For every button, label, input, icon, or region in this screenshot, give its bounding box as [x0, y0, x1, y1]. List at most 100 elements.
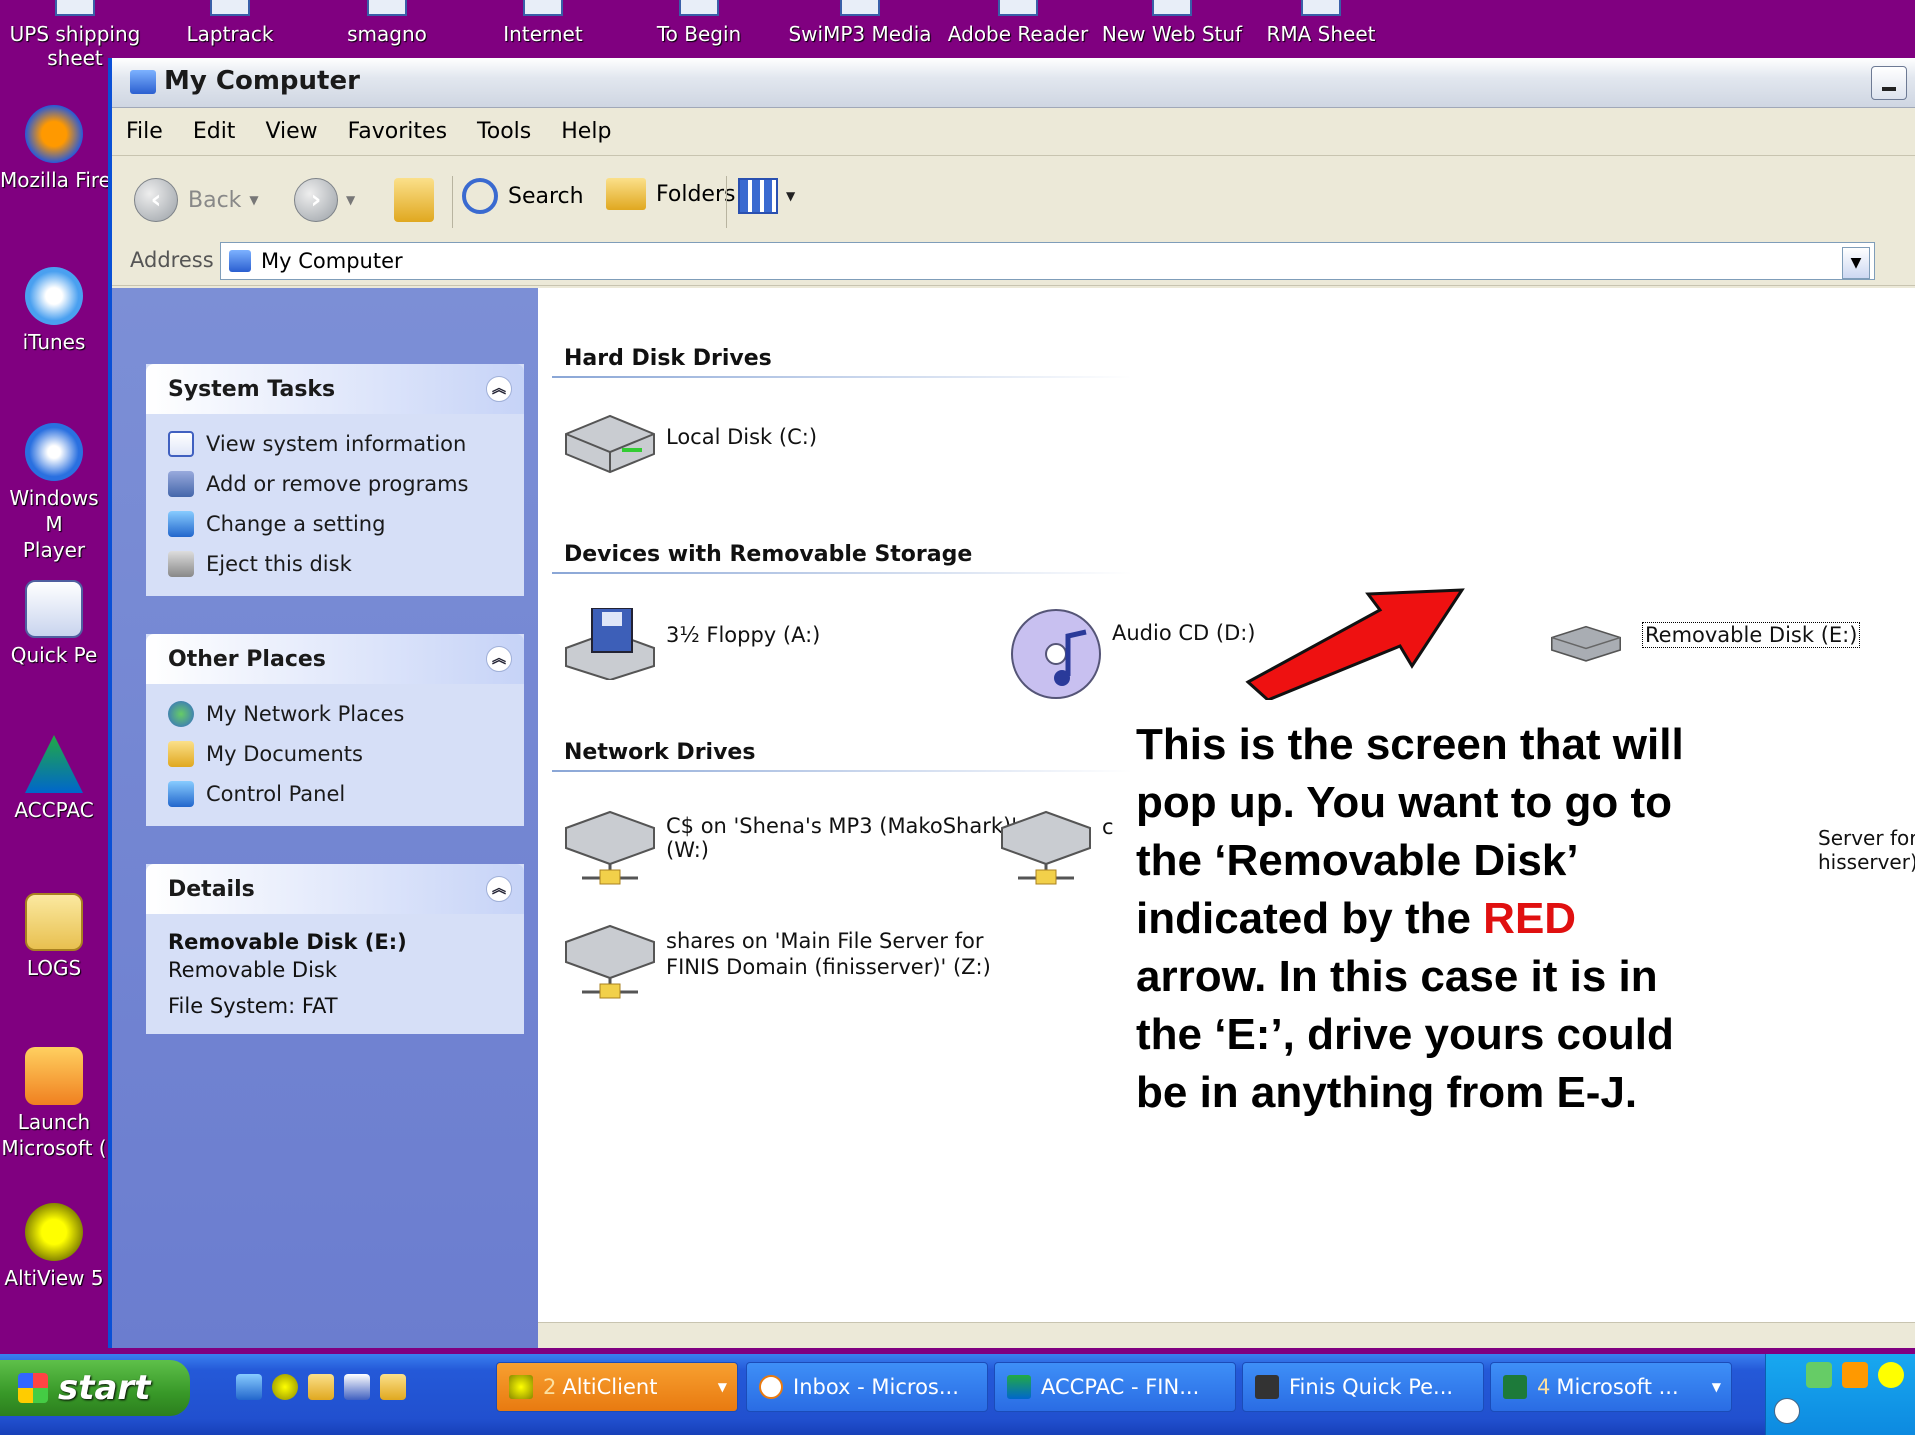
address-input[interactable]: My Computer ▼	[220, 242, 1875, 280]
quicklaunch-explorer-icon[interactable]	[380, 1374, 406, 1400]
up-folder-icon	[394, 178, 434, 222]
desktop-icon-adobe-reader[interactable]: Adobe Reader	[938, 0, 1098, 46]
quicklaunch-altiview-icon[interactable]	[272, 1374, 298, 1400]
desktop-icon-internet[interactable]: Internet	[468, 0, 618, 46]
quicklaunch-ie-icon[interactable]	[236, 1374, 262, 1400]
drive-removable-disk-e[interactable]: Removable Disk (E:)	[1538, 622, 1861, 678]
taskbar-button-microsoft[interactable]: 4 Microsoft ... ▼	[1490, 1362, 1732, 1412]
quicklaunch-folder-icon[interactable]	[308, 1374, 334, 1400]
desktop-icon-windows-media-player[interactable]: Windows M Player	[0, 423, 108, 563]
desktop-icon-smagno[interactable]: smagno	[312, 0, 462, 46]
details-panel: Details ︽ Removable Disk (E:) Removable …	[146, 864, 524, 1034]
taskbar-button-alticlient[interactable]: 2 AltiClient ▼	[496, 1362, 738, 1412]
menu-help[interactable]: Help	[561, 119, 611, 144]
collapse-icon[interactable]: ︽	[486, 376, 512, 402]
desktop-icon-accpac[interactable]: ACCPAC	[0, 735, 108, 823]
horizontal-scrollbar[interactable]	[538, 1322, 1915, 1348]
accpac-icon	[25, 735, 83, 793]
my-computer-window: My Computer File Edit View Favorites Too…	[108, 58, 1915, 1348]
drive-audio-cd-d[interactable]: Audio CD (D:)	[1008, 606, 1256, 702]
tray-clock-icon[interactable]	[1842, 1362, 1868, 1388]
menu-edit[interactable]: Edit	[193, 119, 236, 144]
drive-local-disk-c[interactable]: Local Disk (C:)	[562, 410, 817, 482]
tray-expand-icon[interactable]	[1774, 1398, 1800, 1424]
forward-button[interactable]: › ▼	[294, 178, 355, 222]
documents-folder-icon	[168, 741, 194, 767]
desktop-icon-firefox[interactable]: Mozilla Fire	[0, 105, 108, 193]
desktop-icon-launch-microsoft[interactable]: Launch Microsoft (	[0, 1047, 108, 1161]
details-name: Removable Disk (E:)	[168, 930, 407, 954]
menu-file[interactable]: File	[126, 119, 163, 144]
taskbar-button-accpac[interactable]: ACCPAC - FIN...	[994, 1362, 1236, 1412]
menu-favorites[interactable]: Favorites	[348, 119, 447, 144]
network-drive-icon	[565, 810, 655, 885]
system-tasks-header[interactable]: System Tasks ︽	[146, 364, 524, 414]
camera-icon	[1255, 1375, 1279, 1399]
folders-button[interactable]: Folders	[606, 178, 735, 210]
start-button[interactable]: start	[0, 1360, 190, 1416]
collapse-icon[interactable]: ︽	[486, 646, 512, 672]
desktop-icon-swimp3[interactable]: SwiMP3 Media	[780, 0, 940, 46]
task-view-system-information[interactable]: View system information	[168, 424, 508, 464]
search-button[interactable]: Search	[462, 178, 584, 214]
menu-tools[interactable]: Tools	[477, 119, 531, 144]
views-button[interactable]: ▼	[738, 178, 795, 214]
details-header[interactable]: Details ︽	[146, 864, 524, 914]
search-icon	[462, 178, 498, 214]
drive-floppy-a[interactable]: 3½ Floppy (A:)	[562, 608, 820, 680]
desktop-icon-rma-sheet[interactable]: RMA Sheet	[1246, 0, 1396, 46]
quicklaunch-word-icon[interactable]	[344, 1374, 370, 1400]
title-bar[interactable]: My Computer	[112, 58, 1915, 108]
place-my-network-places[interactable]: My Network Places	[168, 694, 508, 734]
toolbar-separator	[726, 176, 727, 228]
shortcut-icon	[998, 0, 1038, 16]
task-pane: System Tasks ︽ View system information A…	[112, 288, 538, 1348]
outlook-icon	[25, 1047, 83, 1105]
other-places-panel: Other Places ︽ My Network Places My Docu…	[146, 634, 524, 826]
task-change-setting[interactable]: Change a setting	[168, 504, 508, 544]
task-add-remove-programs[interactable]: Add or remove programs	[168, 464, 508, 504]
tray-altiris-icon[interactable]	[1878, 1362, 1904, 1388]
chevron-down-icon: ▼	[1711, 1380, 1721, 1394]
window-title: My Computer	[164, 66, 360, 96]
shortcut-icon	[1152, 0, 1192, 16]
desktop-icon-new-web-stuf[interactable]: New Web Stuf	[1092, 0, 1252, 46]
desktop-icon-logs[interactable]: LOGS	[0, 893, 108, 981]
network-drive-y[interactable]: Server forhisserver)' (Y:)	[1818, 826, 1915, 874]
up-folder-button[interactable]	[394, 178, 434, 222]
desktop-icon-itunes[interactable]: iTunes	[0, 267, 108, 355]
desktop-icon-altiview[interactable]: AltiView 5	[0, 1203, 108, 1291]
desktop-icon-quick-pe[interactable]: Quick Pe	[0, 580, 108, 668]
collapse-icon[interactable]: ︽	[486, 876, 512, 902]
shortcut-icon	[523, 0, 563, 16]
address-bar: Address My Computer ▼	[112, 238, 1915, 286]
other-places-header[interactable]: Other Places ︽	[146, 634, 524, 684]
desktop-icon-laptrack[interactable]: Laptrack	[155, 0, 305, 46]
tray-network-icon[interactable]	[1806, 1362, 1832, 1388]
taskbar-button-finis-quick[interactable]: Finis Quick Pe...	[1242, 1362, 1484, 1412]
back-button[interactable]: ‹ Back ▼	[134, 178, 259, 222]
address-dropdown-button[interactable]: ▼	[1842, 247, 1870, 279]
group-network-drives: Network Drives	[564, 740, 756, 765]
instruction-callout: This is the screen that will pop up. You…	[1136, 720, 1684, 1117]
details-file-system: File System: FAT	[168, 994, 338, 1018]
shortcut-icon	[55, 0, 95, 16]
my-computer-icon	[130, 70, 156, 94]
media-player-icon	[25, 423, 83, 481]
audio-cd-icon	[1011, 609, 1101, 699]
altiview-icon	[25, 1203, 83, 1261]
alticlient-icon	[509, 1375, 533, 1399]
menu-bar: File Edit View Favorites Tools Help	[112, 108, 1915, 156]
taskbar-button-inbox[interactable]: Inbox - Micros...	[746, 1362, 988, 1412]
network-drive-z[interactable]: shares on 'Main File Server for FINIS Dom…	[562, 922, 991, 1002]
minimize-button[interactable]	[1871, 66, 1907, 100]
network-drive-2[interactable]: c	[998, 808, 1114, 888]
desktop-icon-to-begin[interactable]: To Begin	[624, 0, 774, 46]
place-control-panel[interactable]: Control Panel	[168, 774, 508, 814]
task-eject-disk[interactable]: Eject this disk	[168, 544, 508, 584]
place-my-documents[interactable]: My Documents	[168, 734, 508, 774]
menu-view[interactable]: View	[265, 119, 317, 144]
network-drive-w[interactable]: C$ on 'Shena's MP3 (MakoShark)' (W:)	[562, 808, 1017, 888]
shortcut-icon	[679, 0, 719, 16]
group-hard-disk-drives: Hard Disk Drives	[564, 346, 772, 371]
